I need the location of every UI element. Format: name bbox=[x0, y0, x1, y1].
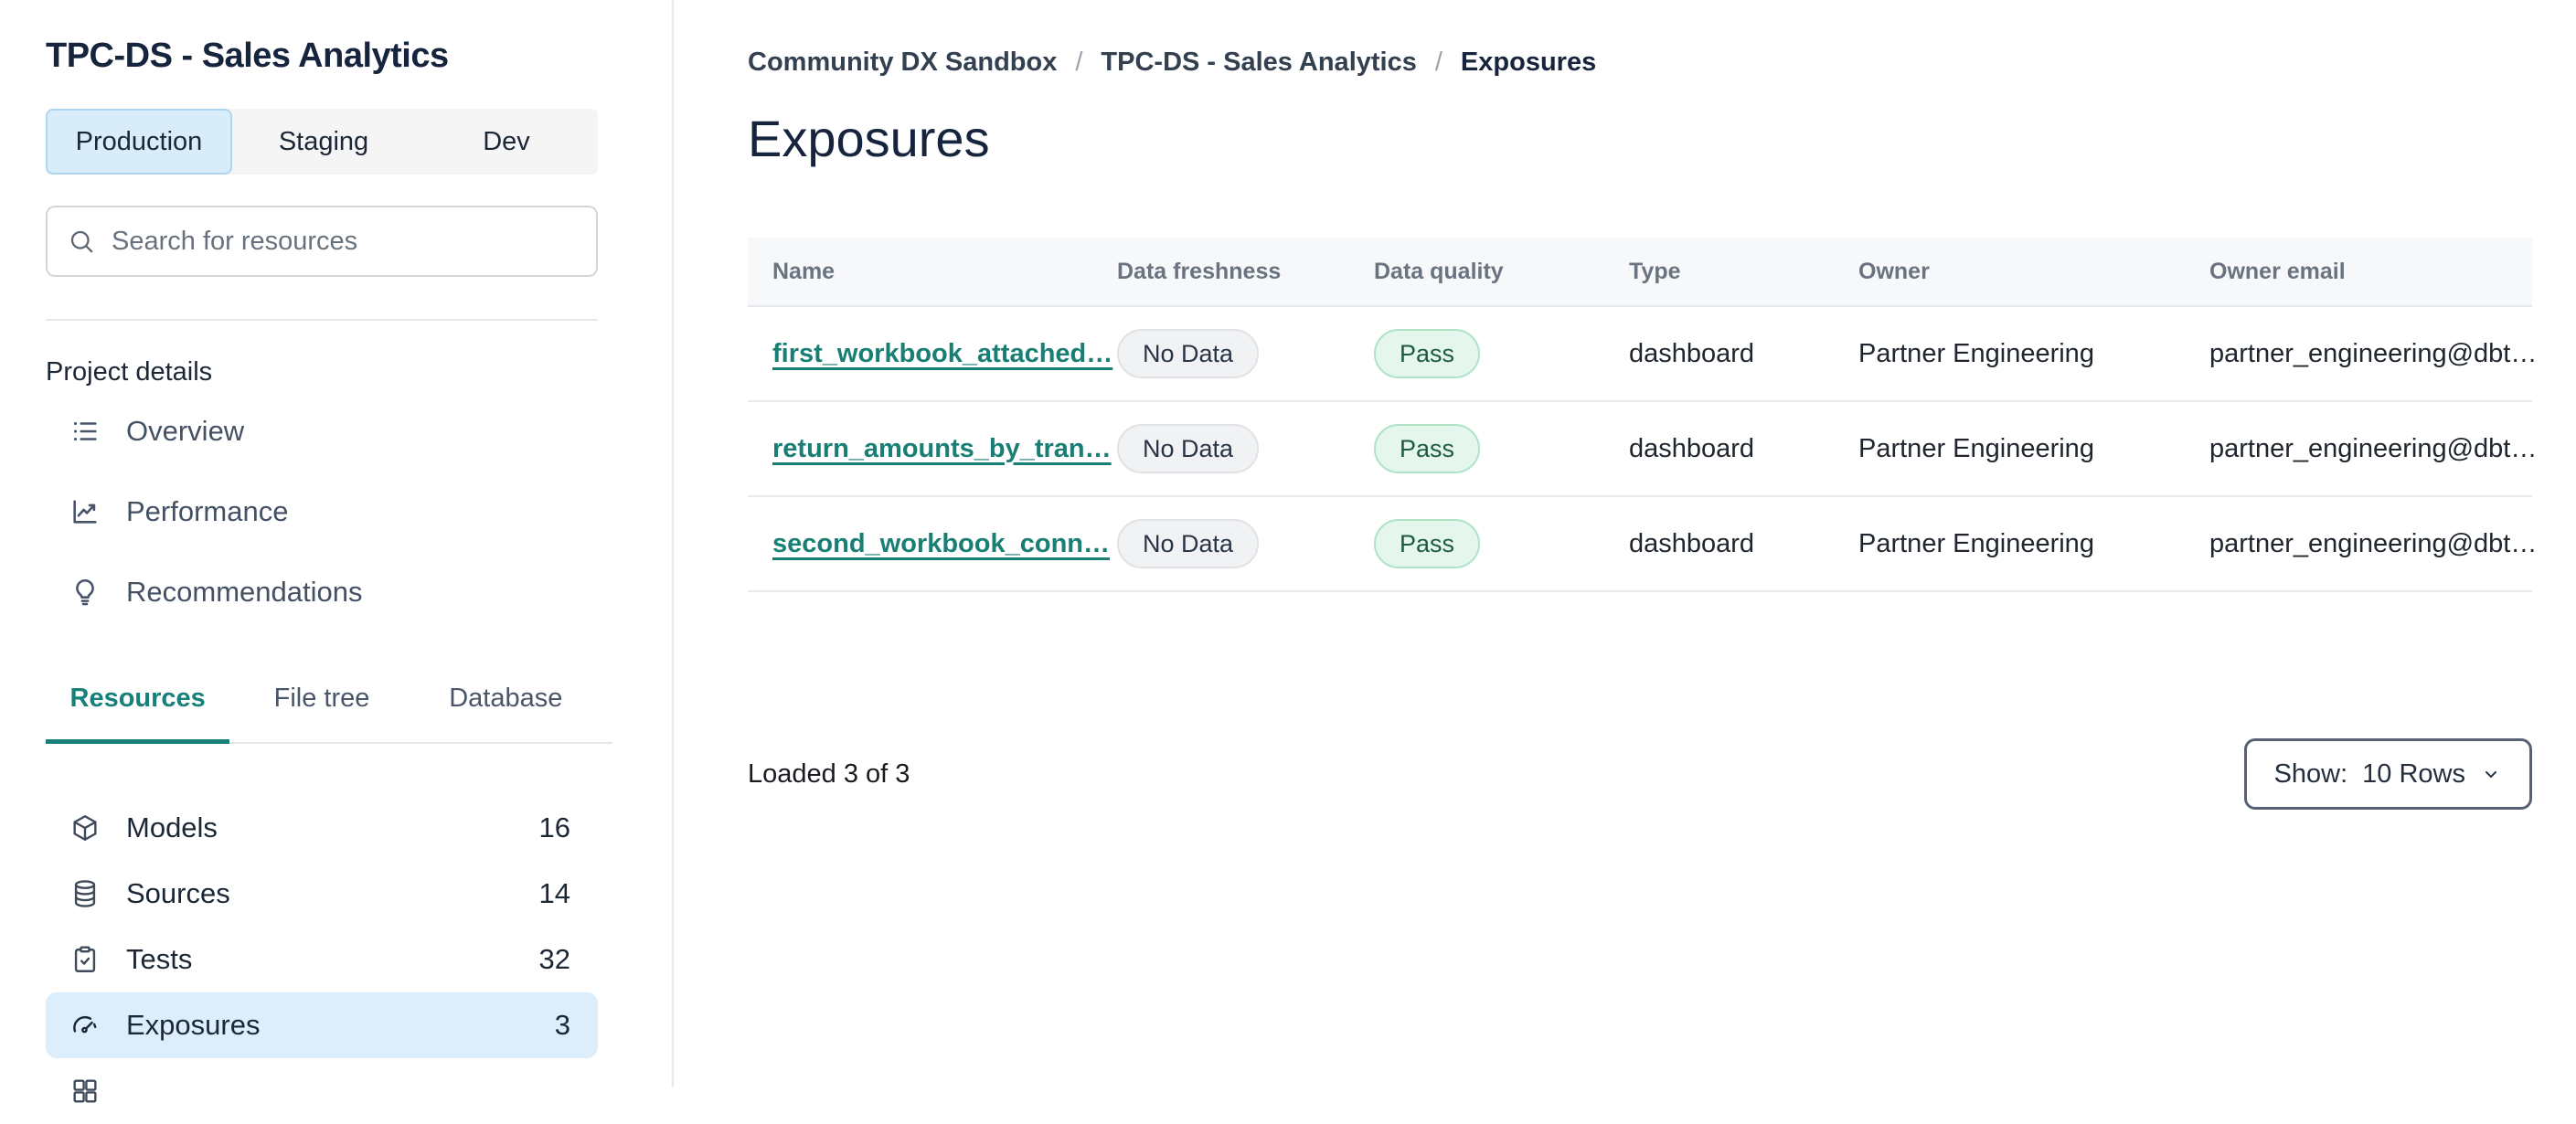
breadcrumb-project[interactable]: TPC-DS - Sales Analytics bbox=[1101, 48, 1416, 78]
main-content: Community DX Sandbox / TPC-DS - Sales An… bbox=[674, 0, 2576, 1087]
breadcrumb-account[interactable]: Community DX Sandbox bbox=[748, 48, 1057, 78]
column-header-data-quality: Data quality bbox=[1374, 258, 1504, 284]
sidebar-item-label: Overview bbox=[126, 415, 245, 447]
exposure-name-link[interactable]: second_workbook_conn… bbox=[772, 529, 1110, 558]
overview-list-icon bbox=[69, 416, 101, 447]
sidebar-item-exposures[interactable]: Exposures 3 bbox=[46, 992, 598, 1058]
grid-icon bbox=[69, 1076, 101, 1107]
exposure-name-link[interactable]: return_amounts_by_tran… bbox=[772, 434, 1112, 463]
page-title: Exposures bbox=[748, 110, 990, 167]
data-quality-badge: Pass bbox=[1374, 519, 1481, 568]
project-title: TPC-DS - Sales Analytics bbox=[46, 37, 449, 75]
sidebar-item-sources[interactable]: Sources 14 bbox=[46, 861, 598, 927]
resource-count: 3 bbox=[554, 1009, 570, 1041]
table-footer: Loaded 3 of 3 Show: 10 Rows bbox=[748, 738, 2532, 810]
breadcrumb-separator: / bbox=[1434, 48, 1442, 77]
sidebar-item-label: Performance bbox=[126, 495, 289, 527]
column-header-data-freshness: Data freshness bbox=[1117, 258, 1282, 284]
sidebar-item-recommendations[interactable]: Recommendations bbox=[46, 552, 598, 632]
column-header-owner: Owner bbox=[1858, 258, 1930, 284]
sidebar-item-label: Recommendations bbox=[126, 576, 363, 608]
performance-chart-icon bbox=[69, 496, 101, 527]
sidebar: TPC-DS - Sales Analytics Production Stag… bbox=[0, 0, 674, 1103]
type-cell: dashboard bbox=[1629, 528, 1755, 558]
table-row: first_workbook_attached… No Data Pass da… bbox=[748, 307, 2538, 402]
owner-email-cell: partner_engineering@dbt… bbox=[2209, 338, 2538, 368]
owner-cell: Partner Engineering bbox=[1858, 528, 2094, 558]
show-label: Show: bbox=[2273, 758, 2348, 789]
resource-label: Tests bbox=[126, 943, 193, 975]
sidebar-item-partial[interactable] bbox=[46, 1058, 598, 1124]
sidebar-item-performance[interactable]: Performance bbox=[46, 472, 598, 552]
cube-icon bbox=[69, 812, 101, 843]
exposures-table: Name Data freshness Data quality Type Ow… bbox=[748, 238, 2538, 592]
resource-label: Exposures bbox=[126, 1009, 261, 1041]
gauge-icon bbox=[69, 1010, 101, 1041]
resource-list: Models 16 Sources 14 Tests 32 Exposures … bbox=[46, 795, 598, 1124]
env-tab-staging[interactable]: Staging bbox=[232, 109, 415, 175]
table-header: Name Data freshness Data quality Type Ow… bbox=[748, 238, 2532, 307]
tab-resources[interactable]: Resources bbox=[46, 684, 230, 744]
breadcrumb-separator: / bbox=[1075, 48, 1083, 77]
lightbulb-icon bbox=[69, 577, 101, 608]
sidebar-item-overview[interactable]: Overview bbox=[46, 391, 598, 472]
search-icon bbox=[68, 228, 95, 255]
exposure-name-link[interactable]: first_workbook_attached… bbox=[772, 339, 1112, 368]
env-tab-dev[interactable]: Dev bbox=[415, 109, 598, 175]
environment-tabs: Production Staging Dev bbox=[46, 109, 598, 175]
tab-file-tree[interactable]: File tree bbox=[229, 684, 413, 744]
sidebar-item-models[interactable]: Models 16 bbox=[46, 795, 598, 861]
column-header-owner-email: Owner email bbox=[2209, 258, 2346, 284]
data-freshness-badge: No Data bbox=[1117, 424, 1260, 473]
data-quality-badge: Pass bbox=[1374, 329, 1481, 378]
owner-email-cell: partner_engineering@dbt… bbox=[2209, 433, 2538, 463]
table-row: return_amounts_by_tran… No Data Pass das… bbox=[748, 402, 2538, 497]
resource-count: 14 bbox=[538, 877, 570, 909]
owner-cell: Partner Engineering bbox=[1858, 338, 2094, 368]
database-icon bbox=[69, 878, 101, 909]
owner-cell: Partner Engineering bbox=[1858, 433, 2094, 463]
env-tab-production[interactable]: Production bbox=[46, 109, 232, 175]
column-header-name: Name bbox=[772, 258, 836, 284]
resource-search[interactable] bbox=[46, 206, 598, 277]
clipboard-check-icon bbox=[69, 944, 101, 975]
resource-label: Models bbox=[126, 811, 218, 843]
search-input[interactable] bbox=[112, 226, 576, 257]
data-freshness-badge: No Data bbox=[1117, 329, 1260, 378]
sidebar-divider bbox=[46, 319, 598, 321]
breadcrumb: Community DX Sandbox / TPC-DS - Sales An… bbox=[748, 48, 2576, 78]
chevron-down-icon bbox=[2480, 763, 2502, 785]
project-details-heading: Project details bbox=[46, 357, 213, 387]
tab-database[interactable]: Database bbox=[414, 684, 598, 744]
type-cell: dashboard bbox=[1629, 433, 1755, 463]
resource-count: 16 bbox=[538, 811, 570, 843]
show-value: 10 Rows bbox=[2362, 758, 2465, 789]
loaded-status: Loaded 3 of 3 bbox=[748, 758, 910, 789]
table-row: second_workbook_conn… No Data Pass dashb… bbox=[748, 497, 2538, 592]
data-freshness-badge: No Data bbox=[1117, 519, 1260, 568]
rows-per-page-dropdown[interactable]: Show: 10 Rows bbox=[2243, 738, 2532, 810]
project-details-nav: Overview Performance Recommendations bbox=[46, 391, 598, 632]
breadcrumb-current: Exposures bbox=[1460, 48, 1597, 77]
explorer-tabs: Resources File tree Database bbox=[46, 684, 612, 744]
resource-label: Sources bbox=[126, 877, 230, 909]
data-quality-badge: Pass bbox=[1374, 424, 1481, 473]
owner-email-cell: partner_engineering@dbt… bbox=[2209, 528, 2538, 558]
column-header-type: Type bbox=[1629, 258, 1681, 284]
sidebar-item-tests[interactable]: Tests 32 bbox=[46, 927, 598, 992]
type-cell: dashboard bbox=[1629, 338, 1755, 368]
resource-count: 32 bbox=[538, 943, 570, 975]
